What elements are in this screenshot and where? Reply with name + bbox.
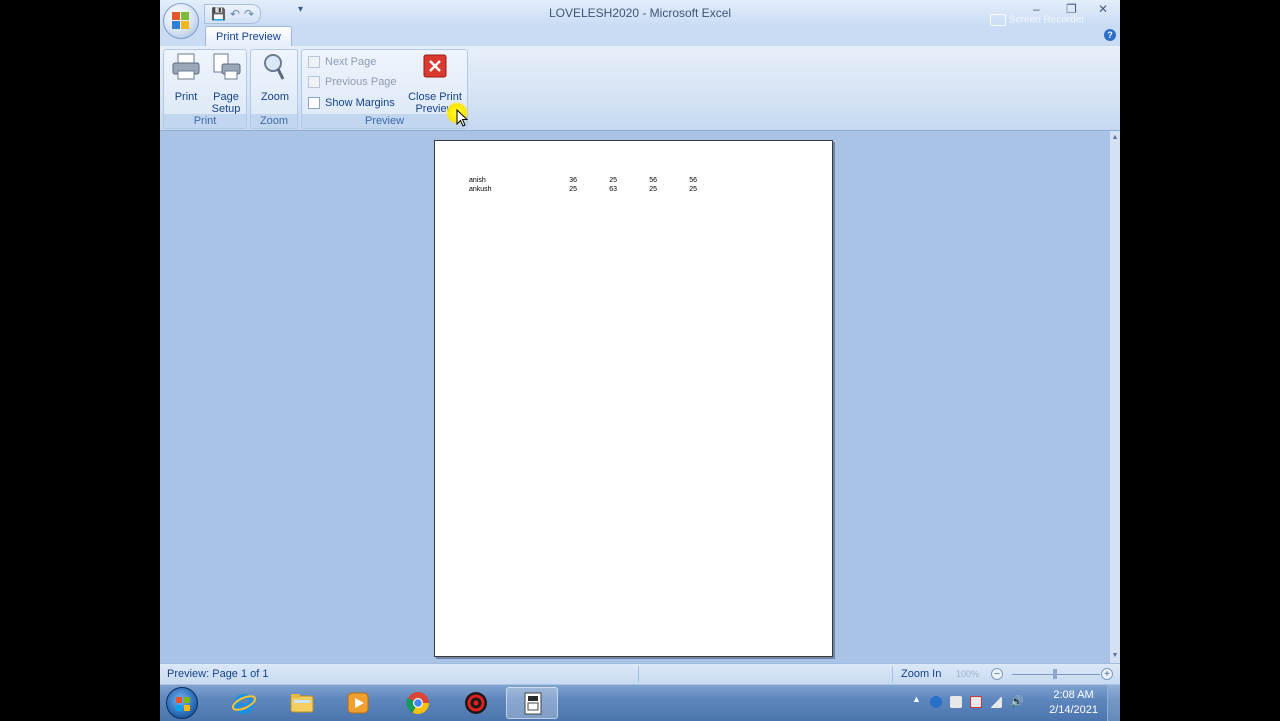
tray-app-icon[interactable] [930, 696, 942, 708]
network-icon[interactable] [990, 696, 1002, 708]
chrome-icon [406, 692, 429, 714]
taskbar-media-player[interactable] [332, 687, 384, 719]
taskbar-file-explorer[interactable] [276, 687, 328, 719]
window-title: LOVELESH2020 - Microsoft Excel [548, 6, 732, 20]
vertical-scrollbar[interactable]: ▲ ▼ [1110, 131, 1120, 663]
volume-icon[interactable]: 🔊 [1010, 696, 1024, 708]
help-icon[interactable]: ? [1104, 29, 1116, 41]
page-setup-button[interactable]: Page Setup [207, 52, 245, 115]
cell-value: 56 [649, 177, 657, 184]
print-preview-page[interactable]: anish 36 25 56 56 ankush 25 63 25 25 [434, 140, 833, 657]
zoom-in-button[interactable]: + [1101, 668, 1113, 680]
zoom-out-button[interactable]: − [991, 668, 1003, 680]
taskbar-app-red-gear[interactable] [450, 687, 502, 719]
cell-name: ankush [469, 186, 492, 193]
redo-icon[interactable]: ↷ [244, 6, 254, 22]
group-label-preview: Preview [302, 114, 467, 128]
cell-value: 25 [609, 177, 617, 184]
zoom-slider-thumb[interactable] [1053, 669, 1057, 679]
close-button[interactable]: ✕ [1098, 2, 1108, 16]
office-logo-icon [172, 12, 190, 30]
cell-value: 56 [689, 177, 697, 184]
tab-print-preview[interactable]: Print Preview [205, 26, 292, 47]
save-icon[interactable]: 💾 [211, 6, 226, 22]
office-button[interactable] [163, 3, 199, 39]
system-tray: ▲ 🔊 2:08 AM 2/14/2021 [910, 685, 1120, 721]
excel-window: LOVELESH2020 - Microsoft Excel 💾 ↶ ↷ ▾ S… [160, 0, 1120, 684]
windows-logo-icon [176, 697, 190, 711]
group-label-print: Print [164, 114, 246, 128]
next-page-button[interactable]: Next Page [308, 53, 376, 71]
quick-access-toolbar: 💾 ↶ ↷ [204, 4, 262, 24]
clock-time: 2:08 AM [1053, 689, 1094, 701]
zoom-button[interactable]: Zoom [257, 52, 293, 103]
zoom-in-label: Zoom In [901, 668, 942, 680]
taskbar-chrome[interactable] [392, 687, 444, 719]
group-zoom: Zoom Zoom [250, 49, 298, 129]
show-margins-checkbox[interactable]: Show Margins [308, 94, 395, 112]
magnifier-icon [264, 54, 285, 80]
cell-value: 63 [609, 186, 617, 193]
group-label-zoom: Zoom [251, 114, 297, 128]
folder-icon [290, 694, 314, 713]
status-divider [638, 666, 639, 682]
close-preview-icon [423, 54, 447, 78]
previous-page-icon [308, 76, 320, 89]
restore-button[interactable]: ❐ [1066, 2, 1077, 16]
checkbox-icon [308, 97, 320, 110]
ribbon-tab-row: Print Preview ? [160, 26, 1120, 47]
cell-value: 25 [569, 186, 577, 193]
media-player-icon [347, 692, 369, 714]
scroll-up-icon[interactable]: ▲ [1111, 134, 1119, 142]
table-row: anish 36 25 56 56 [469, 176, 697, 185]
windows-taskbar: ▲ 🔊 2:08 AM 2/14/2021 [160, 684, 1120, 721]
print-button[interactable]: Print [168, 52, 204, 103]
show-desktop-button[interactable] [1107, 685, 1120, 721]
tray-device-icon[interactable] [950, 696, 962, 708]
red-gear-icon [465, 692, 487, 714]
zoom-percent[interactable]: 100% [956, 664, 979, 684]
status-divider [892, 666, 893, 682]
table-row: ankush 25 63 25 25 [469, 185, 697, 194]
taskbar-internet-explorer[interactable] [218, 687, 270, 719]
internet-explorer-icon [231, 694, 257, 714]
cell-value: 25 [649, 186, 657, 193]
next-page-icon [308, 56, 320, 69]
group-preview: Next Page Previous Page Show Margins Clo… [301, 49, 468, 129]
minimize-button[interactable]: – [1033, 2, 1040, 16]
show-hidden-icons-icon[interactable]: ▲ [912, 694, 921, 704]
undo-icon[interactable]: ↶ [230, 6, 240, 22]
scroll-down-icon[interactable]: ▼ [1111, 652, 1119, 660]
sheet-data-table: anish 36 25 56 56 ankush 25 63 25 25 [469, 176, 697, 194]
group-print: Print Page Setup Print [163, 49, 247, 129]
camera-icon [990, 14, 1006, 26]
document-icon [524, 692, 542, 715]
mouse-cursor-icon [456, 109, 468, 127]
cell-value: 25 [689, 186, 697, 193]
cell-name: anish [469, 177, 486, 184]
taskbar-clock[interactable]: 2:08 AM 2/14/2021 [1049, 688, 1098, 718]
previous-page-button[interactable]: Previous Page [308, 73, 397, 91]
preview-workspace[interactable]: anish 36 25 56 56 ankush 25 63 25 25 [160, 131, 1110, 663]
status-text: Preview: Page 1 of 1 [167, 668, 269, 680]
action-center-icon[interactable] [970, 696, 982, 708]
start-button[interactable] [166, 687, 198, 719]
cell-value: 36 [569, 177, 577, 184]
title-bar: LOVELESH2020 - Microsoft Excel 💾 ↶ ↷ ▾ S… [160, 0, 1120, 26]
customize-qat-icon[interactable]: ▾ [298, 4, 303, 15]
taskbar-excel[interactable] [506, 687, 558, 719]
status-bar: Preview: Page 1 of 1 Zoom In 100% − + [160, 663, 1120, 684]
clock-date: 2/14/2021 [1049, 704, 1098, 716]
page-setup-icon [213, 53, 241, 80]
printer-icon [172, 53, 200, 80]
ribbon: Print Page Setup Print Zoom Zoom Next Pa… [160, 46, 1120, 131]
